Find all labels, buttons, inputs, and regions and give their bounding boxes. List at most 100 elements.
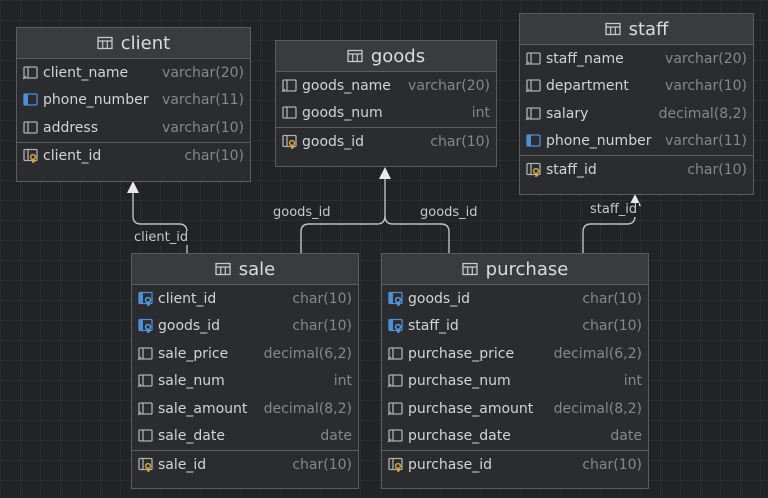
field-type: char(10)	[582, 318, 642, 335]
field-row[interactable]: goods_id char(10)	[132, 313, 358, 341]
column-unique-icon	[22, 92, 40, 108]
arrowhead-goods	[379, 167, 391, 179]
table-sale[interactable]: sale client_id char(10) goods_id char(10) sal…	[131, 253, 359, 489]
field-name: goods_id	[158, 318, 220, 335]
field-name: purchase_id	[408, 456, 493, 473]
field-name: purchase_amount	[408, 400, 534, 417]
field-name: goods_name	[302, 77, 391, 94]
field-row[interactable]: purchase_date date	[382, 423, 648, 451]
table-header[interactable]: sale	[132, 254, 358, 285]
column-icon	[387, 428, 405, 444]
field-row[interactable]: goods_num int	[276, 100, 496, 128]
column-unique-icon	[525, 133, 543, 149]
field-type: char(10)	[582, 456, 642, 473]
table-header[interactable]: goods	[276, 41, 496, 72]
field-row[interactable]: department varchar(10)	[520, 73, 753, 101]
primary-key-row[interactable]: purchase_id char(10)	[382, 450, 648, 478]
field-type: int	[623, 373, 642, 390]
primary-key-icon	[22, 148, 40, 164]
field-row[interactable]: client_name varchar(20)	[17, 59, 250, 87]
field-row[interactable]: purchase_amount decimal(8,2)	[382, 395, 648, 423]
table-staff[interactable]: staff staff_name varchar(20) department varc…	[519, 13, 754, 195]
table-icon	[604, 22, 621, 36]
field-row[interactable]: staff_name varchar(20)	[520, 45, 753, 73]
field-type: varchar(10)	[162, 119, 244, 136]
field-name: goods_id	[408, 290, 470, 307]
field-name: client_name	[43, 64, 129, 81]
field-row[interactable]: client_id char(10)	[132, 285, 358, 313]
field-row[interactable]: phone_number varchar(11)	[17, 87, 250, 115]
table-purchase[interactable]: purchase goods_id char(10) staff_id char(10)…	[381, 253, 649, 489]
field-name: staff_name	[546, 50, 624, 67]
table-title: goods	[370, 45, 426, 67]
primary-key-row[interactable]: goods_id char(10)	[276, 127, 496, 155]
field-name: client_id	[43, 148, 102, 164]
field-type: int	[471, 105, 490, 122]
table-client[interactable]: client client_name varchar(20) phone_number…	[16, 27, 251, 182]
field-name: purchase_num	[408, 373, 511, 390]
table-header[interactable]: staff	[520, 14, 753, 45]
field-row[interactable]: sale_num int	[132, 368, 358, 396]
field-type: varchar(20)	[408, 77, 490, 94]
field-type: date	[610, 428, 642, 445]
field-name: sale_date	[158, 428, 225, 445]
field-type: int	[333, 373, 352, 390]
field-type: varchar(20)	[162, 64, 244, 81]
field-name: salary	[546, 105, 589, 122]
field-row[interactable]: purchase_price decimal(6,2)	[382, 340, 648, 368]
link-label-sale-client: client_id	[132, 230, 191, 245]
table-title: purchase	[485, 258, 569, 280]
field-type: decimal(8,2)	[658, 105, 747, 122]
table-goods[interactable]: goods goods_name varchar(20) goods_num int go…	[275, 40, 497, 167]
foreign-key-icon	[137, 291, 155, 307]
field-row[interactable]: goods_id char(10)	[382, 285, 648, 313]
primary-key-icon	[387, 457, 405, 473]
column-icon	[387, 346, 405, 362]
field-row[interactable]: sale_date date	[132, 423, 358, 451]
table-icon	[97, 36, 113, 50]
column-icon	[137, 401, 155, 417]
field-type: char(10)	[184, 148, 244, 164]
table-header[interactable]: purchase	[382, 254, 648, 285]
table-header[interactable]: client	[17, 28, 250, 59]
field-row[interactable]: goods_name varchar(20)	[276, 72, 496, 100]
foreign-key-icon	[387, 291, 405, 307]
field-row[interactable]: salary decimal(8,2)	[520, 100, 753, 128]
field-name: phone_number	[546, 133, 652, 150]
primary-key-row[interactable]: sale_id char(10)	[132, 450, 358, 478]
field-type: char(10)	[292, 318, 352, 335]
field-type: decimal(6,2)	[553, 345, 642, 362]
field-name: sale_price	[158, 345, 229, 362]
column-plain-icon	[22, 120, 40, 136]
link-label-purchase-staff: staff_id	[588, 202, 640, 217]
field-row[interactable]: staff_id char(10)	[382, 313, 648, 341]
primary-key-icon	[137, 457, 155, 473]
field-type: varchar(10)	[665, 78, 747, 95]
field-row[interactable]: phone_number varchar(11)	[520, 128, 753, 156]
field-name: staff_id	[546, 161, 597, 178]
field-type: varchar(20)	[665, 50, 747, 67]
column-plain-icon	[281, 105, 299, 121]
column-icon	[22, 65, 40, 81]
column-icon	[525, 51, 543, 67]
primary-key-row[interactable]: client_id char(10)	[17, 141, 250, 170]
field-row[interactable]: sale_price decimal(6,2)	[132, 340, 358, 368]
field-type: char(10)	[292, 456, 352, 473]
field-name: purchase_price	[408, 345, 515, 362]
field-type: decimal(6,2)	[263, 345, 352, 362]
field-type: varchar(11)	[162, 92, 244, 109]
field-name: department	[546, 78, 629, 95]
column-icon	[525, 78, 543, 94]
link-label-sale-goods: goods_id	[271, 205, 333, 220]
link-label-purchase-goods: goods_id	[418, 205, 480, 220]
field-row[interactable]: address varchar(10)	[17, 114, 250, 142]
field-name: sale_amount	[158, 400, 248, 417]
field-type: char(10)	[687, 161, 747, 178]
field-row[interactable]: purchase_num int	[382, 368, 648, 396]
primary-key-row[interactable]: staff_id char(10)	[520, 155, 753, 183]
column-plain-icon	[137, 428, 155, 444]
field-type: decimal(8,2)	[553, 400, 642, 417]
field-row[interactable]: sale_amount decimal(8,2)	[132, 395, 358, 423]
table-title: client	[120, 32, 171, 54]
foreign-key-icon	[387, 318, 405, 334]
